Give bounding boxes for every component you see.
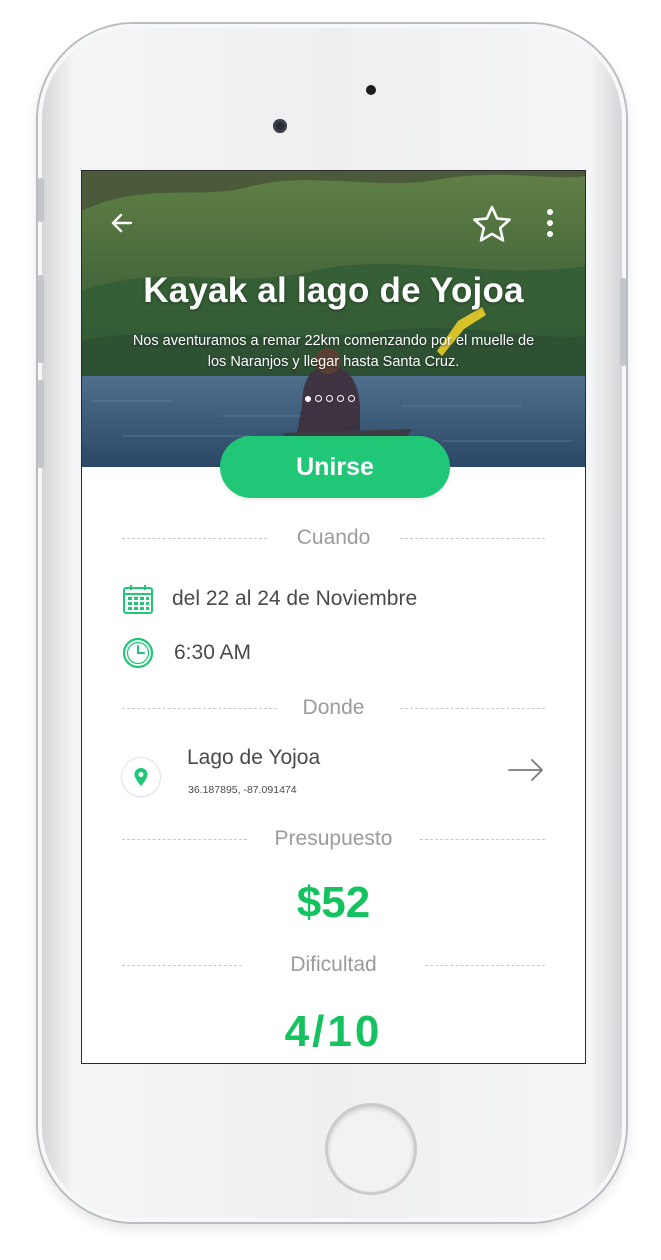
section-label: Donde: [282, 696, 385, 720]
section-label: Presupuesto: [254, 827, 413, 851]
location-pin-icon: [134, 768, 148, 786]
section-label: Dificultad: [270, 953, 397, 977]
back-arrow-icon: [111, 213, 133, 233]
divider: [122, 965, 242, 966]
open-map-button[interactable]: [507, 755, 545, 790]
date-row: del 22 al 24 de Noviembre: [122, 583, 417, 615]
arrow-right-icon: [508, 759, 543, 781]
clock-icon: [122, 637, 154, 669]
budget-value: $52: [296, 878, 371, 927]
section-header-budget: Presupuesto: [122, 824, 545, 854]
location-pin-badge: [122, 758, 160, 796]
mute-switch: [38, 178, 44, 222]
carousel-dot[interactable]: [315, 395, 322, 402]
front-camera: [273, 119, 287, 133]
carousel-indicator[interactable]: [305, 395, 355, 402]
divider: [420, 839, 545, 840]
hero-image: Kayak al lago de Yojoa Nos aventuramos a…: [82, 171, 585, 467]
power-button: [620, 278, 626, 366]
divider: [425, 965, 545, 966]
time-row: 6:30 AM: [122, 637, 251, 669]
trip-time: 6:30 AM: [174, 641, 252, 664]
front-sensor: [366, 85, 376, 95]
divider: [400, 538, 545, 539]
section-header-when: Cuando: [122, 523, 545, 553]
difficulty-value: 4/10: [284, 1007, 383, 1056]
calendar-icon: [123, 585, 153, 614]
section-header-difficulty: Dificultad: [122, 950, 545, 980]
divider: [122, 708, 277, 709]
carousel-dot[interactable]: [337, 395, 344, 402]
location-name: Lago de Yojoa: [187, 746, 321, 769]
more-options-button[interactable]: [535, 203, 565, 243]
back-button[interactable]: [104, 205, 140, 241]
location-coordinates: 36.187895, -87.091474: [188, 784, 297, 796]
star-icon: [473, 205, 511, 242]
divider: [122, 538, 267, 539]
favorite-button[interactable]: [469, 201, 515, 247]
join-button[interactable]: Unirse: [220, 436, 450, 498]
divider: [122, 839, 247, 840]
section-header-where: Donde: [122, 693, 545, 723]
more-vertical-icon: [547, 209, 553, 237]
volume-down-button: [38, 380, 44, 468]
volume-up-button: [38, 275, 44, 363]
app-screen: Kayak al lago de Yojoa Nos aventuramos a…: [82, 171, 585, 1063]
trip-title: Kayak al lago de Yojoa: [143, 271, 524, 310]
carousel-dot[interactable]: [348, 395, 355, 402]
carousel-dot[interactable]: [326, 395, 333, 402]
divider: [400, 708, 545, 709]
trip-dates: del 22 al 24 de Noviembre: [172, 587, 418, 610]
carousel-dot[interactable]: [305, 395, 311, 402]
section-label: Cuando: [276, 526, 391, 550]
home-button[interactable]: [328, 1106, 414, 1192]
trip-description: Nos aventuramos a remar 22km comenzando …: [132, 333, 535, 370]
